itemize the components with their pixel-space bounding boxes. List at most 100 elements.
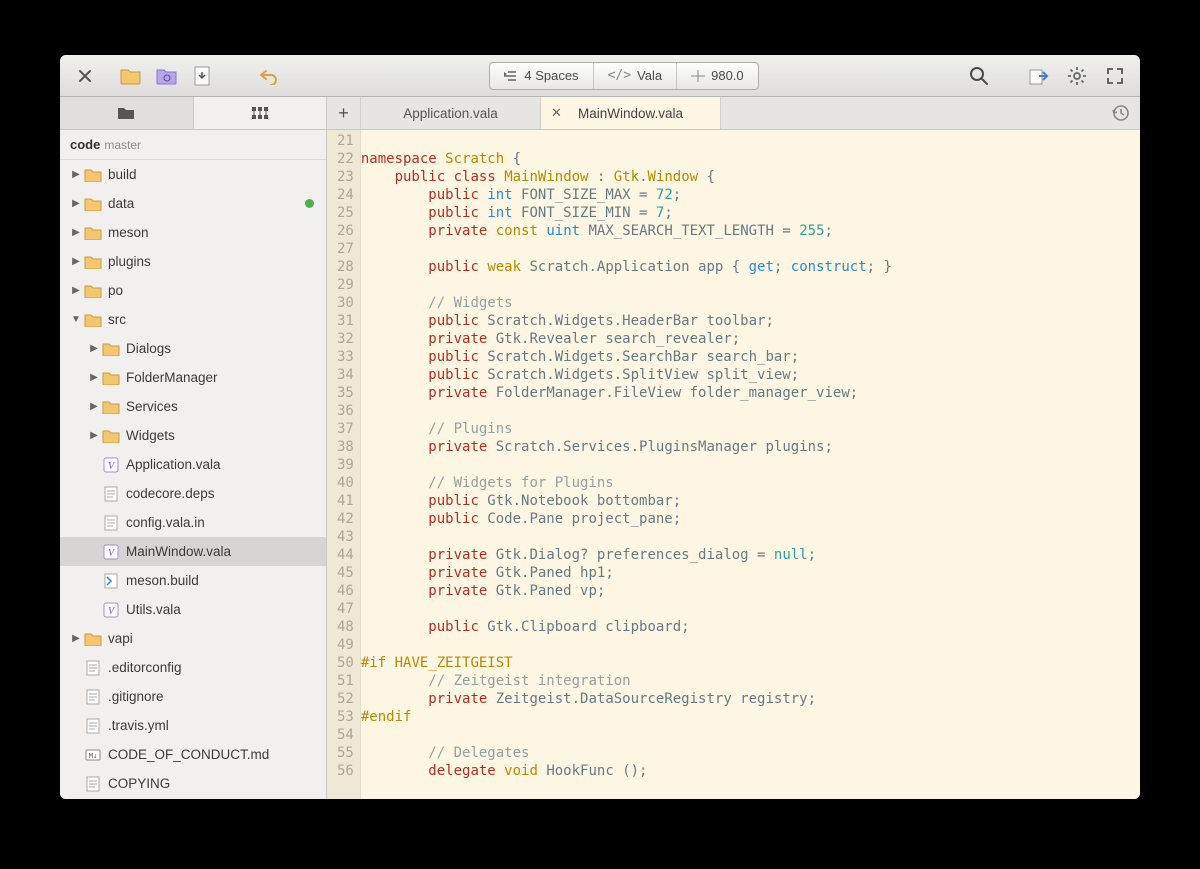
code-line: private Scratch.Services.PluginsManager … — [361, 438, 1140, 456]
tree-item-label: meson — [108, 225, 318, 240]
project-settings-button[interactable] — [150, 61, 184, 91]
disclosure-triangle[interactable]: ▶ — [68, 227, 84, 238]
folder-row[interactable]: ▶ meson — [60, 218, 326, 247]
file-row[interactable]: VMainWindow.vala — [60, 537, 326, 566]
undo-button[interactable] — [252, 61, 286, 91]
disclosure-triangle[interactable]: ▶ — [68, 633, 84, 644]
tree-item-label: Dialogs — [126, 341, 318, 356]
code-line — [361, 528, 1140, 546]
disclosure-triangle[interactable]: ▶ — [86, 430, 102, 441]
file-tab[interactable]: ✕MainWindow.vala — [541, 97, 721, 129]
code-content[interactable]: namespace Scratch { public class MainWin… — [361, 130, 1140, 799]
line-number: 24 — [337, 186, 354, 204]
fullscreen-button[interactable] — [1098, 61, 1132, 91]
line-number: 41 — [337, 492, 354, 510]
line-number: 25 — [337, 204, 354, 222]
folder-row[interactable]: ▶po — [60, 276, 326, 305]
tree-item-label: .travis.yml — [108, 718, 318, 733]
language-selector[interactable]: </> Vala — [594, 63, 678, 89]
line-number: 26 — [337, 222, 354, 240]
folder-row[interactable]: ▶vapi — [60, 624, 326, 653]
file-row[interactable]: M↓CODE_OF_CONDUCT.md — [60, 740, 326, 769]
open-folder-button[interactable] — [114, 61, 148, 91]
close-button[interactable] — [68, 61, 102, 91]
folder-icon — [84, 631, 102, 647]
code-line: // Delegates — [361, 744, 1140, 762]
disclosure-triangle[interactable]: ▶ — [68, 256, 84, 267]
tree-item-label: config.vala.in — [126, 515, 318, 530]
text-icon — [102, 486, 120, 502]
history-button[interactable] — [1100, 97, 1140, 129]
tree-item-label: meson.build — [126, 573, 318, 588]
file-row[interactable]: codecore.deps — [60, 479, 326, 508]
file-tab[interactable]: Application.vala — [361, 97, 541, 129]
folder-row[interactable]: ▶FolderManager — [60, 363, 326, 392]
code-line — [361, 600, 1140, 618]
text-icon — [84, 776, 102, 792]
line-number: 42 — [337, 510, 354, 528]
save-button[interactable] — [186, 61, 220, 91]
disclosure-triangle[interactable]: ▶ — [86, 372, 102, 383]
disclosure-triangle[interactable]: ▼ — [68, 314, 84, 325]
code-line: namespace Scratch { — [361, 150, 1140, 168]
editor-window: 4 Spaces </> Vala 980.0 — [60, 55, 1140, 799]
text-icon — [102, 515, 120, 531]
code-line: public Gtk.Clipboard clipboard; — [361, 618, 1140, 636]
tree-item-label: codecore.deps — [126, 486, 318, 501]
width-indicator[interactable]: 980.0 — [677, 63, 758, 89]
folder-row[interactable]: ▶plugins — [60, 247, 326, 276]
files-tab[interactable] — [60, 97, 193, 129]
md-icon: M↓ — [84, 747, 102, 763]
code-line: private const uint MAX_SEARCH_TEXT_LENGT… — [361, 222, 1140, 240]
tab-label: Application.vala — [403, 106, 498, 121]
code-area[interactable]: 2122232425262728293031323334353637383940… — [327, 130, 1140, 799]
line-number: 21 — [337, 132, 354, 150]
disclosure-triangle[interactable]: ▶ — [86, 343, 102, 354]
disclosure-triangle[interactable]: ▶ — [86, 401, 102, 412]
tree-item-label: data — [108, 196, 305, 211]
folder-icon — [102, 341, 120, 357]
sidebar: code master ▶build▶data▶meson▶plugins▶po… — [60, 97, 327, 799]
line-number: 40 — [337, 474, 354, 492]
code-line: // Widgets — [361, 294, 1140, 312]
project-header[interactable]: code master — [60, 130, 326, 160]
folder-row[interactable]: ▶ Dialogs — [60, 334, 326, 363]
file-row[interactable]: config.vala.in — [60, 508, 326, 537]
settings-button[interactable] — [1060, 61, 1094, 91]
file-tree[interactable]: ▶build▶data▶meson▶plugins▶po▼src▶Dialogs… — [60, 160, 326, 799]
disclosure-triangle[interactable]: ▶ — [68, 285, 84, 296]
share-button[interactable] — [1022, 61, 1056, 91]
folder-row[interactable]: ▶build — [60, 160, 326, 189]
folder-icon — [102, 428, 120, 444]
code-line — [361, 132, 1140, 150]
line-number: 50 — [337, 654, 354, 672]
file-row[interactable]: meson.build — [60, 566, 326, 595]
close-tab-icon[interactable]: ✕ — [551, 105, 562, 121]
indent-selector[interactable]: 4 Spaces — [490, 63, 593, 89]
folder-row[interactable]: ▼src — [60, 305, 326, 334]
search-button[interactable] — [962, 61, 996, 91]
file-row[interactable]: COPYING — [60, 769, 326, 798]
file-row[interactable]: .travis.yml — [60, 711, 326, 740]
folder-row[interactable]: ▶Services — [60, 392, 326, 421]
folder-icon — [84, 312, 102, 328]
line-number: 49 — [337, 636, 354, 654]
symbols-tab[interactable] — [193, 97, 327, 129]
folder-row[interactable]: ▶Widgets — [60, 421, 326, 450]
window-body: code master ▶build▶data▶meson▶plugins▶po… — [60, 97, 1140, 799]
file-row[interactable]: VApplication.vala — [60, 450, 326, 479]
code-line: private Gtk.Paned hp1; — [361, 564, 1140, 582]
code-line — [361, 456, 1140, 474]
disclosure-triangle[interactable]: ▶ — [68, 198, 84, 209]
file-row[interactable]: .editorconfig — [60, 653, 326, 682]
line-number: 34 — [337, 366, 354, 384]
file-row[interactable]: .gitignore — [60, 682, 326, 711]
code-line: // Plugins — [361, 420, 1140, 438]
code-line — [361, 402, 1140, 420]
folder-row[interactable]: ▶ data — [60, 189, 326, 218]
svg-text:M↓: M↓ — [89, 752, 97, 760]
tree-item-label: .editorconfig — [108, 660, 318, 675]
disclosure-triangle[interactable]: ▶ — [68, 169, 84, 180]
new-tab-button[interactable]: + — [327, 97, 361, 129]
file-row[interactable]: VUtils.vala — [60, 595, 326, 624]
